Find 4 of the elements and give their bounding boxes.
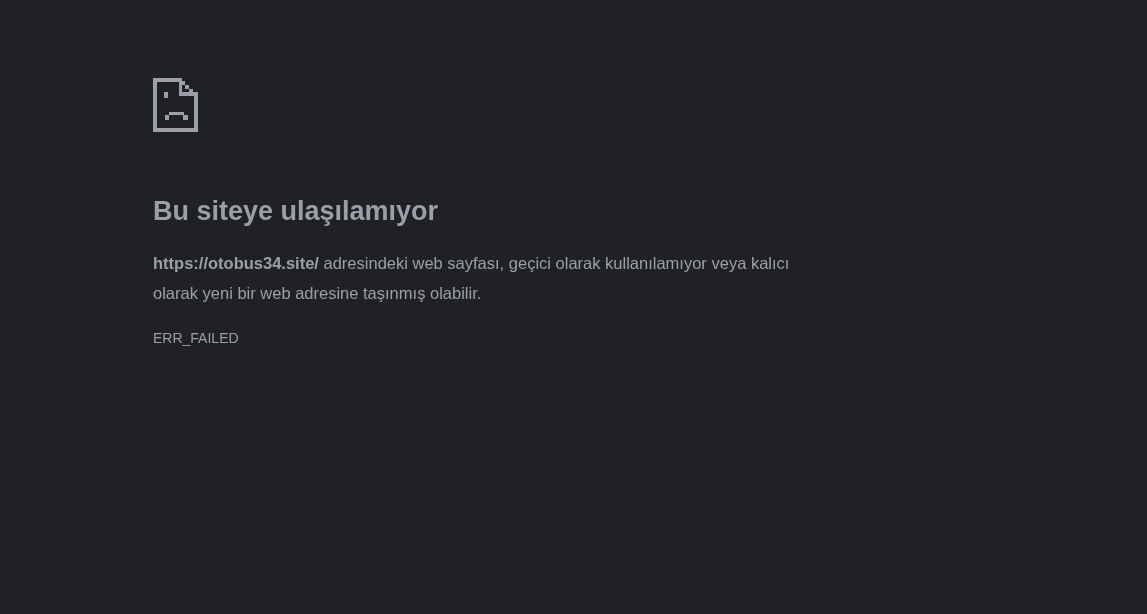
sad-page-icon: [153, 78, 198, 132]
error-heading: Bu siteye ulaşılamıyor: [153, 195, 439, 228]
error-code: ERR_FAILED: [153, 329, 239, 347]
error-message: https://otobus34.site/ adresindeki web sayfası, geçici olarak kullanılamıyor veya kalıcı olarak yeni bir web adresine taşınmış olabilir.: [153, 253, 791, 304]
